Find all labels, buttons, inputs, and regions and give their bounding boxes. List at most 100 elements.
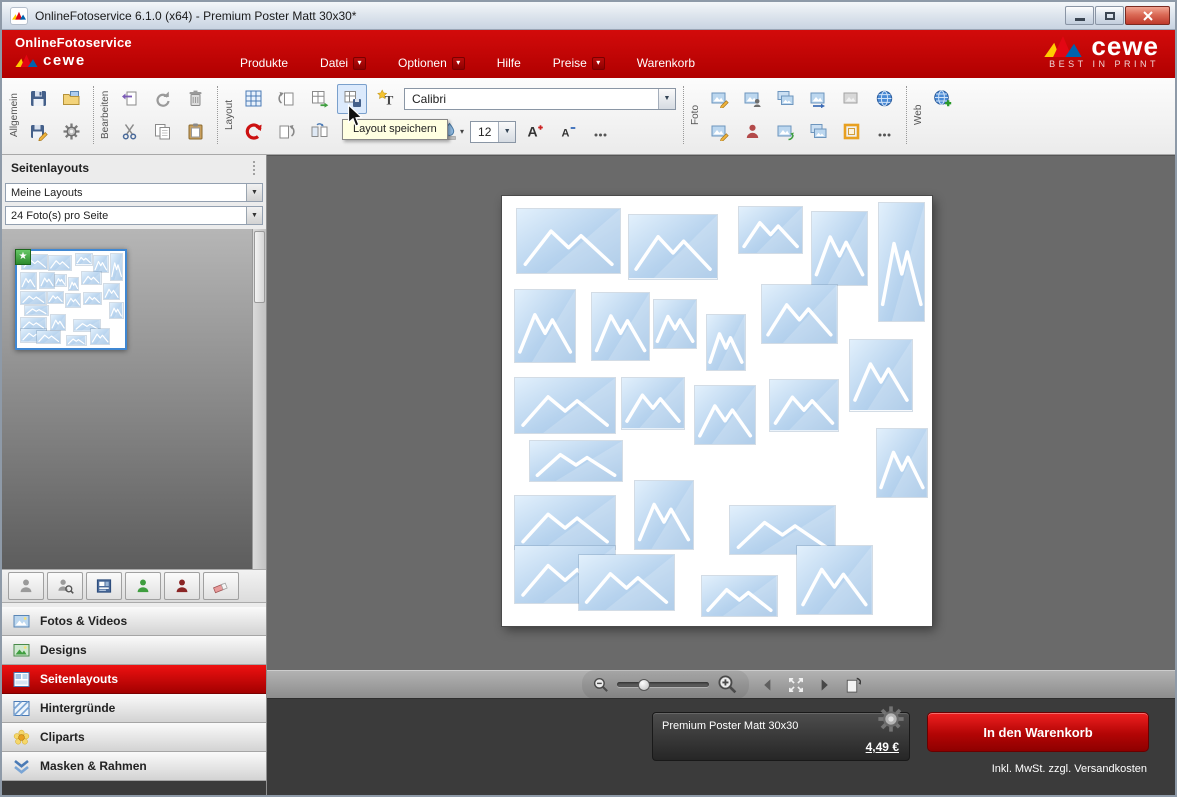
- save-button[interactable]: [23, 84, 53, 114]
- edit-photo-button[interactable]: [704, 84, 734, 114]
- photo-web-button[interactable]: [869, 84, 899, 114]
- menu-preise[interactable]: Preise▾: [553, 56, 605, 70]
- photo-placeholder[interactable]: [877, 429, 927, 497]
- photo-placeholder[interactable]: [654, 300, 696, 348]
- poster-page[interactable]: [502, 196, 932, 626]
- photo-placeholder[interactable]: [850, 340, 912, 410]
- menu-datei[interactable]: Datei▾: [320, 56, 366, 70]
- filter-person-red-button[interactable]: [164, 572, 200, 600]
- sidebar-item-fotos-videos[interactable]: Fotos & Videos: [2, 607, 266, 636]
- redo-button[interactable]: [147, 84, 177, 114]
- photo-placeholder[interactable]: [702, 576, 777, 616]
- photo-more-button[interactable]: [869, 117, 899, 147]
- add-to-cart-button[interactable]: In den Warenkorb: [927, 712, 1149, 752]
- share-button[interactable]: [114, 84, 144, 114]
- zoom-slider[interactable]: [617, 682, 709, 687]
- product-summary[interactable]: Premium Poster Matt 30x30 4,49 €: [652, 712, 910, 761]
- photo-placeholder[interactable]: [635, 481, 693, 549]
- photo-placeholder[interactable]: [762, 285, 837, 343]
- font-size-combobox[interactable]: 12 ▼: [470, 121, 516, 143]
- chevron-down-icon[interactable]: ▾: [592, 57, 605, 70]
- zoom-slider-thumb[interactable]: [638, 679, 650, 691]
- scrollbar[interactable]: [252, 229, 266, 569]
- menu-hilfe[interactable]: Hilfe: [497, 56, 521, 70]
- sidebar-item-cliparts[interactable]: Cliparts: [2, 723, 266, 752]
- menu-optionen[interactable]: Optionen▾: [398, 56, 465, 70]
- fit-to-screen-button[interactable]: [787, 676, 805, 694]
- zoom-in-button[interactable]: [716, 673, 739, 696]
- chevron-down-icon[interactable]: ▼: [246, 207, 262, 224]
- photo-placeholder[interactable]: [695, 386, 755, 444]
- photo-placeholder[interactable]: [515, 496, 615, 549]
- menu-produkte[interactable]: Produkte: [240, 56, 288, 70]
- portrait-photo-button[interactable]: [737, 84, 767, 114]
- chevron-down-icon[interactable]: ▼: [498, 122, 515, 142]
- load-layout-button[interactable]: [304, 84, 334, 114]
- sidebar-item-designs[interactable]: Designs: [2, 636, 266, 665]
- sidebar-item-masken-rahmen[interactable]: Masken & Rahmen: [2, 752, 266, 781]
- chevron-down-icon[interactable]: ▾: [353, 57, 366, 70]
- title-bar[interactable]: OnlineFotoservice 6.1.0 (x64) - Premium …: [2, 2, 1175, 30]
- photo-placeholder[interactable]: [797, 546, 872, 614]
- photo-placeholder[interactable]: [515, 378, 615, 433]
- insert-text-button[interactable]: T: [371, 84, 401, 114]
- rotate-page-left-button[interactable]: [271, 84, 301, 114]
- settings-button[interactable]: [56, 117, 86, 147]
- layout-thumbnail[interactable]: ★: [15, 249, 127, 350]
- editor-canvas[interactable]: [267, 155, 1175, 698]
- photo-frame-button[interactable]: [836, 117, 866, 147]
- copy-photo-button[interactable]: [770, 84, 800, 114]
- duplicate-photo-button[interactable]: [803, 117, 833, 147]
- scrollbar-thumb[interactable]: [254, 231, 265, 303]
- filter-eraser-button[interactable]: [203, 572, 239, 600]
- rotate-poster-button[interactable]: [843, 676, 861, 694]
- person-button[interactable]: [737, 117, 767, 147]
- photo-placeholder[interactable]: [770, 380, 838, 430]
- maximize-button[interactable]: [1095, 6, 1124, 25]
- sidebar-item-seitenlayouts[interactable]: Seitenlayouts: [2, 665, 266, 694]
- layout-category-dropdown[interactable]: Meine Layouts ▼: [5, 183, 263, 202]
- web-upload-button[interactable]: [927, 84, 957, 114]
- paste-button[interactable]: [180, 117, 210, 147]
- open-button[interactable]: [56, 84, 86, 114]
- photo-placeholder[interactable]: [707, 315, 745, 370]
- delete-button[interactable]: [180, 84, 210, 114]
- text-more-button[interactable]: [585, 117, 615, 147]
- photo-placeholder[interactable]: [739, 207, 802, 253]
- cut-button[interactable]: [114, 117, 144, 147]
- exchange-photo-button[interactable]: [803, 84, 833, 114]
- increase-font-button[interactable]: A: [519, 117, 549, 147]
- menu-warenkorb[interactable]: Warenkorb: [637, 56, 695, 70]
- photos-per-page-dropdown[interactable]: 24 Foto(s) pro Seite ▼: [5, 206, 263, 225]
- grid-toggle-button[interactable]: [238, 84, 268, 114]
- chevron-down-icon[interactable]: ▼: [658, 89, 675, 109]
- photo-placeholder[interactable]: [629, 215, 717, 278]
- chevron-down-icon[interactable]: ▼: [246, 184, 262, 201]
- photo-placeholder[interactable]: [579, 555, 674, 610]
- filter-person-search-button[interactable]: [47, 572, 83, 600]
- save-as-button[interactable]: [23, 117, 53, 147]
- chevron-down-icon[interactable]: ▾: [452, 57, 465, 70]
- photo-placeholder[interactable]: [812, 212, 867, 285]
- copy-button[interactable]: [147, 117, 177, 147]
- swap-pages-button[interactable]: [304, 117, 334, 147]
- previous-page-button[interactable]: [759, 676, 777, 694]
- close-button[interactable]: [1125, 6, 1170, 25]
- rotate-object-button[interactable]: [238, 117, 268, 147]
- adjust-photo-button[interactable]: [704, 117, 734, 147]
- filter-layout-cards-button[interactable]: [86, 572, 122, 600]
- panel-drag-handle[interactable]: [253, 161, 257, 175]
- photo-placeholder[interactable]: [530, 441, 622, 481]
- rotate-photo-button[interactable]: [770, 117, 800, 147]
- minimize-button[interactable]: [1065, 6, 1094, 25]
- photo-placeholder[interactable]: [622, 378, 684, 428]
- save-layout-button[interactable]: Layout speichern: [337, 84, 367, 114]
- photo-placeholder[interactable]: [515, 290, 575, 362]
- filter-person-green-button[interactable]: [125, 572, 161, 600]
- photo-effects-button[interactable]: [836, 84, 866, 114]
- font-family-combobox[interactable]: Calibri ▼: [404, 88, 676, 110]
- sidebar-item-hintergruende[interactable]: Hintergründe: [2, 694, 266, 723]
- zoom-out-button[interactable]: [592, 676, 610, 694]
- photo-placeholder[interactable]: [879, 203, 925, 321]
- rotate-page-right-button[interactable]: [271, 117, 301, 147]
